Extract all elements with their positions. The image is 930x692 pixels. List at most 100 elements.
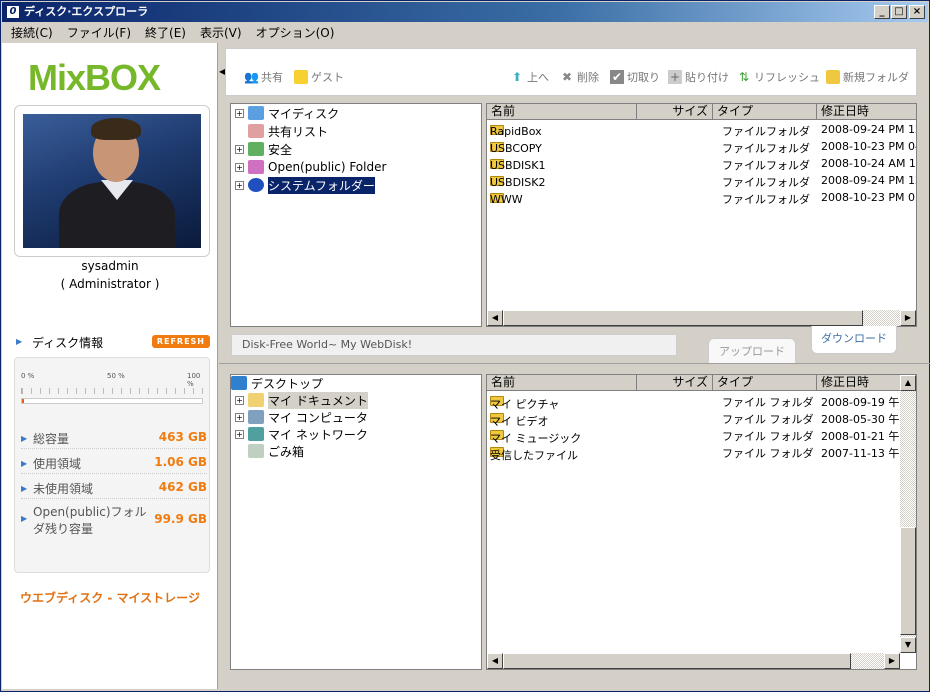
share-users-icon bbox=[248, 124, 264, 138]
menu-view[interactable]: 表示(V) bbox=[200, 24, 242, 41]
file-date: 2008-09-24 PM 12 bbox=[821, 174, 917, 187]
col-date[interactable]: 修正日時 bbox=[817, 104, 916, 120]
tree-item-system-folder[interactable]: + システムフォルダー bbox=[235, 176, 375, 194]
mixbox-logo: MixBOX bbox=[28, 57, 161, 98]
file-date: 2008-09-24 PM 12 bbox=[821, 123, 917, 136]
tree-item-public-folder[interactable]: + Open(public) Folder bbox=[235, 159, 386, 175]
menu-options[interactable]: オプション(O) bbox=[256, 24, 335, 41]
file-name: USBDISK2 bbox=[490, 176, 546, 189]
col-type[interactable]: タイプ bbox=[713, 375, 817, 391]
local-file-list: 名前 サイズ タイプ 修正日時 マイ ピクチャ ファイル フォルダ 2008-09-… bbox=[486, 374, 917, 670]
tree-item-desktop[interactable]: デスクトップ bbox=[231, 375, 323, 391]
public-folder-icon bbox=[248, 160, 264, 174]
tree-item-mydisk[interactable]: + マイディスク bbox=[235, 105, 339, 121]
table-row[interactable]: RapidBox ファイルフォルダ 2008-09-24 PM 12 bbox=[487, 121, 916, 138]
table-row[interactable]: マイ ミュージック ファイル フォルダ 2008-01-21 午 bbox=[487, 426, 916, 445]
col-type[interactable]: タイプ bbox=[713, 104, 817, 120]
tab-download[interactable]: ダウンロード bbox=[811, 326, 897, 354]
webdisk-link[interactable]: ウエブディスク - マイストレージ bbox=[2, 589, 218, 606]
list-header: 名前 サイズ タイプ 修正日時 bbox=[487, 104, 916, 120]
minimize-button[interactable]: _ bbox=[874, 5, 890, 19]
refresh-button[interactable]: REFRESH bbox=[151, 335, 210, 348]
col-size[interactable]: サイズ bbox=[637, 104, 713, 120]
scroll-thumb bbox=[900, 527, 916, 635]
collapse-panel-icon[interactable]: ◀ bbox=[219, 67, 225, 76]
col-name[interactable]: 名前 bbox=[487, 375, 637, 391]
delete-x-icon: ✖ bbox=[561, 70, 573, 84]
guest-button[interactable]: ゲスト bbox=[294, 69, 344, 85]
paste-button[interactable]: + 貼り付け bbox=[668, 69, 729, 85]
scale-label-0: 0 % bbox=[21, 372, 35, 380]
table-row[interactable]: USBDISK1 ファイルフォルダ 2008-10-24 AM 11 bbox=[487, 155, 916, 172]
share-button[interactable]: 👥 共有 bbox=[244, 69, 283, 85]
maximize-button[interactable]: □ bbox=[891, 5, 907, 19]
menu-exit[interactable]: 終了(E) bbox=[145, 24, 186, 41]
menu-bar: 接続(C) ファイル(F) 終了(E) 表示(V) オプション(O) bbox=[2, 22, 928, 42]
menu-connect[interactable]: 接続(C) bbox=[11, 24, 53, 41]
tab-upload[interactable]: アップロード bbox=[708, 338, 796, 364]
file-type: ファイル フォルダ bbox=[722, 447, 814, 460]
file-type: ファイルフォルダ bbox=[722, 142, 810, 155]
disk-info-title: ディスク情報 bbox=[32, 336, 104, 350]
share-users-icon: 👥 bbox=[244, 70, 259, 84]
cut-button[interactable]: ✔ 切取り bbox=[610, 69, 660, 85]
file-name: 受信したファイル bbox=[490, 449, 578, 462]
status-banner: Disk-Free World~ My WebDisk! bbox=[231, 334, 677, 356]
file-type: ファイルフォルダ bbox=[722, 125, 810, 138]
disk-usage-bar bbox=[21, 398, 203, 404]
title-bar[interactable]: 0 ディスク·エクスプローラ _ □ × bbox=[2, 2, 928, 22]
local-tree: デスクトップ + マイ ドキュメント + マイ コンピュータ + マイ ネットワーク … bbox=[230, 374, 482, 670]
monitor-icon bbox=[248, 106, 264, 120]
delete-button[interactable]: ✖ 削除 bbox=[560, 69, 599, 85]
scale-ticks bbox=[21, 388, 203, 394]
table-row[interactable]: WWW ファイルフォルダ 2008-10-23 PM 05 bbox=[487, 189, 916, 206]
file-type: ファイルフォルダ bbox=[722, 159, 810, 172]
tree-item-mycomputer[interactable]: + マイ コンピュータ bbox=[235, 409, 368, 425]
file-type: ファイル フォルダ bbox=[722, 396, 814, 409]
table-row[interactable]: 受信したファイル ファイル フォルダ 2007-11-13 午 bbox=[487, 443, 916, 462]
col-name[interactable]: 名前 bbox=[487, 104, 637, 120]
user-name: sysadmin bbox=[81, 259, 139, 273]
paste-icon: + bbox=[668, 70, 682, 84]
up-button[interactable]: ⬆ 上へ bbox=[510, 69, 549, 85]
app-window: 0 ディスク·エクスプローラ _ □ × 接続(C) ファイル(F) 終了(E)… bbox=[0, 0, 930, 692]
app-icon: 0 bbox=[6, 5, 20, 19]
table-row[interactable]: マイ ピクチャ ファイル フォルダ 2008-09-19 午 bbox=[487, 392, 916, 411]
file-type: ファイルフォルダ bbox=[722, 193, 810, 206]
col-size[interactable]: サイズ bbox=[637, 375, 713, 391]
tree-item-mydocuments[interactable]: + マイ ドキュメント bbox=[235, 391, 368, 409]
menu-file[interactable]: ファイル(F) bbox=[67, 24, 131, 41]
file-date: 2008-10-23 PM 05 bbox=[821, 191, 917, 204]
window-title: ディスク·エクスプローラ bbox=[24, 5, 149, 18]
scroll-left-icon: ◀ bbox=[487, 310, 503, 326]
local-list-vscroll[interactable]: ▲ ▼ bbox=[900, 375, 916, 653]
table-row[interactable]: マイ ビデオ ファイル フォルダ 2008-05-30 午 bbox=[487, 409, 916, 428]
scroll-right-icon: ▶ bbox=[884, 653, 900, 669]
tree-item-sharelist[interactable]: 共有リスト bbox=[235, 123, 328, 139]
file-date: 2008-10-23 PM 04 bbox=[821, 140, 917, 153]
tree-item-secure[interactable]: + 安全 bbox=[235, 141, 292, 157]
user-role: ( Administrator ) bbox=[60, 277, 160, 291]
local-list-hscroll[interactable]: ◀ ▶ bbox=[487, 653, 900, 669]
scroll-left-icon: ◀ bbox=[487, 653, 503, 669]
refresh-list-button[interactable]: ⇅ リフレッシュ bbox=[737, 69, 820, 85]
tree-item-recyclebin[interactable]: ごみ箱 bbox=[235, 443, 304, 459]
close-button[interactable]: × bbox=[909, 5, 925, 19]
file-date: 2008-05-30 午 bbox=[821, 413, 900, 426]
file-type: ファイル フォルダ bbox=[722, 430, 814, 443]
network-icon bbox=[248, 427, 264, 441]
documents-icon bbox=[248, 393, 264, 407]
scale-label-100: 100 % bbox=[187, 372, 201, 388]
disk-usage-fill bbox=[22, 399, 24, 403]
file-name: WWW bbox=[490, 193, 523, 206]
table-row[interactable]: USBDISK2 ファイルフォルダ 2008-09-24 PM 12 bbox=[487, 172, 916, 189]
col-date[interactable]: 修正日時 bbox=[817, 375, 901, 391]
file-date: 2008-01-21 午 bbox=[821, 430, 900, 443]
splitter[interactable] bbox=[219, 363, 930, 364]
safe-icon bbox=[248, 142, 264, 156]
new-folder-button[interactable]: 新規フォルダ bbox=[826, 69, 909, 85]
table-row[interactable]: USBCOPY ファイルフォルダ 2008-10-23 PM 04 bbox=[487, 138, 916, 155]
left-panel: MixBOX sysadmin ( Administrator ) ▶ ディスク… bbox=[2, 43, 218, 689]
tree-item-mynetwork[interactable]: + マイ ネットワーク bbox=[235, 426, 368, 442]
remote-list-hscroll[interactable]: ◀ ▶ bbox=[487, 310, 916, 326]
